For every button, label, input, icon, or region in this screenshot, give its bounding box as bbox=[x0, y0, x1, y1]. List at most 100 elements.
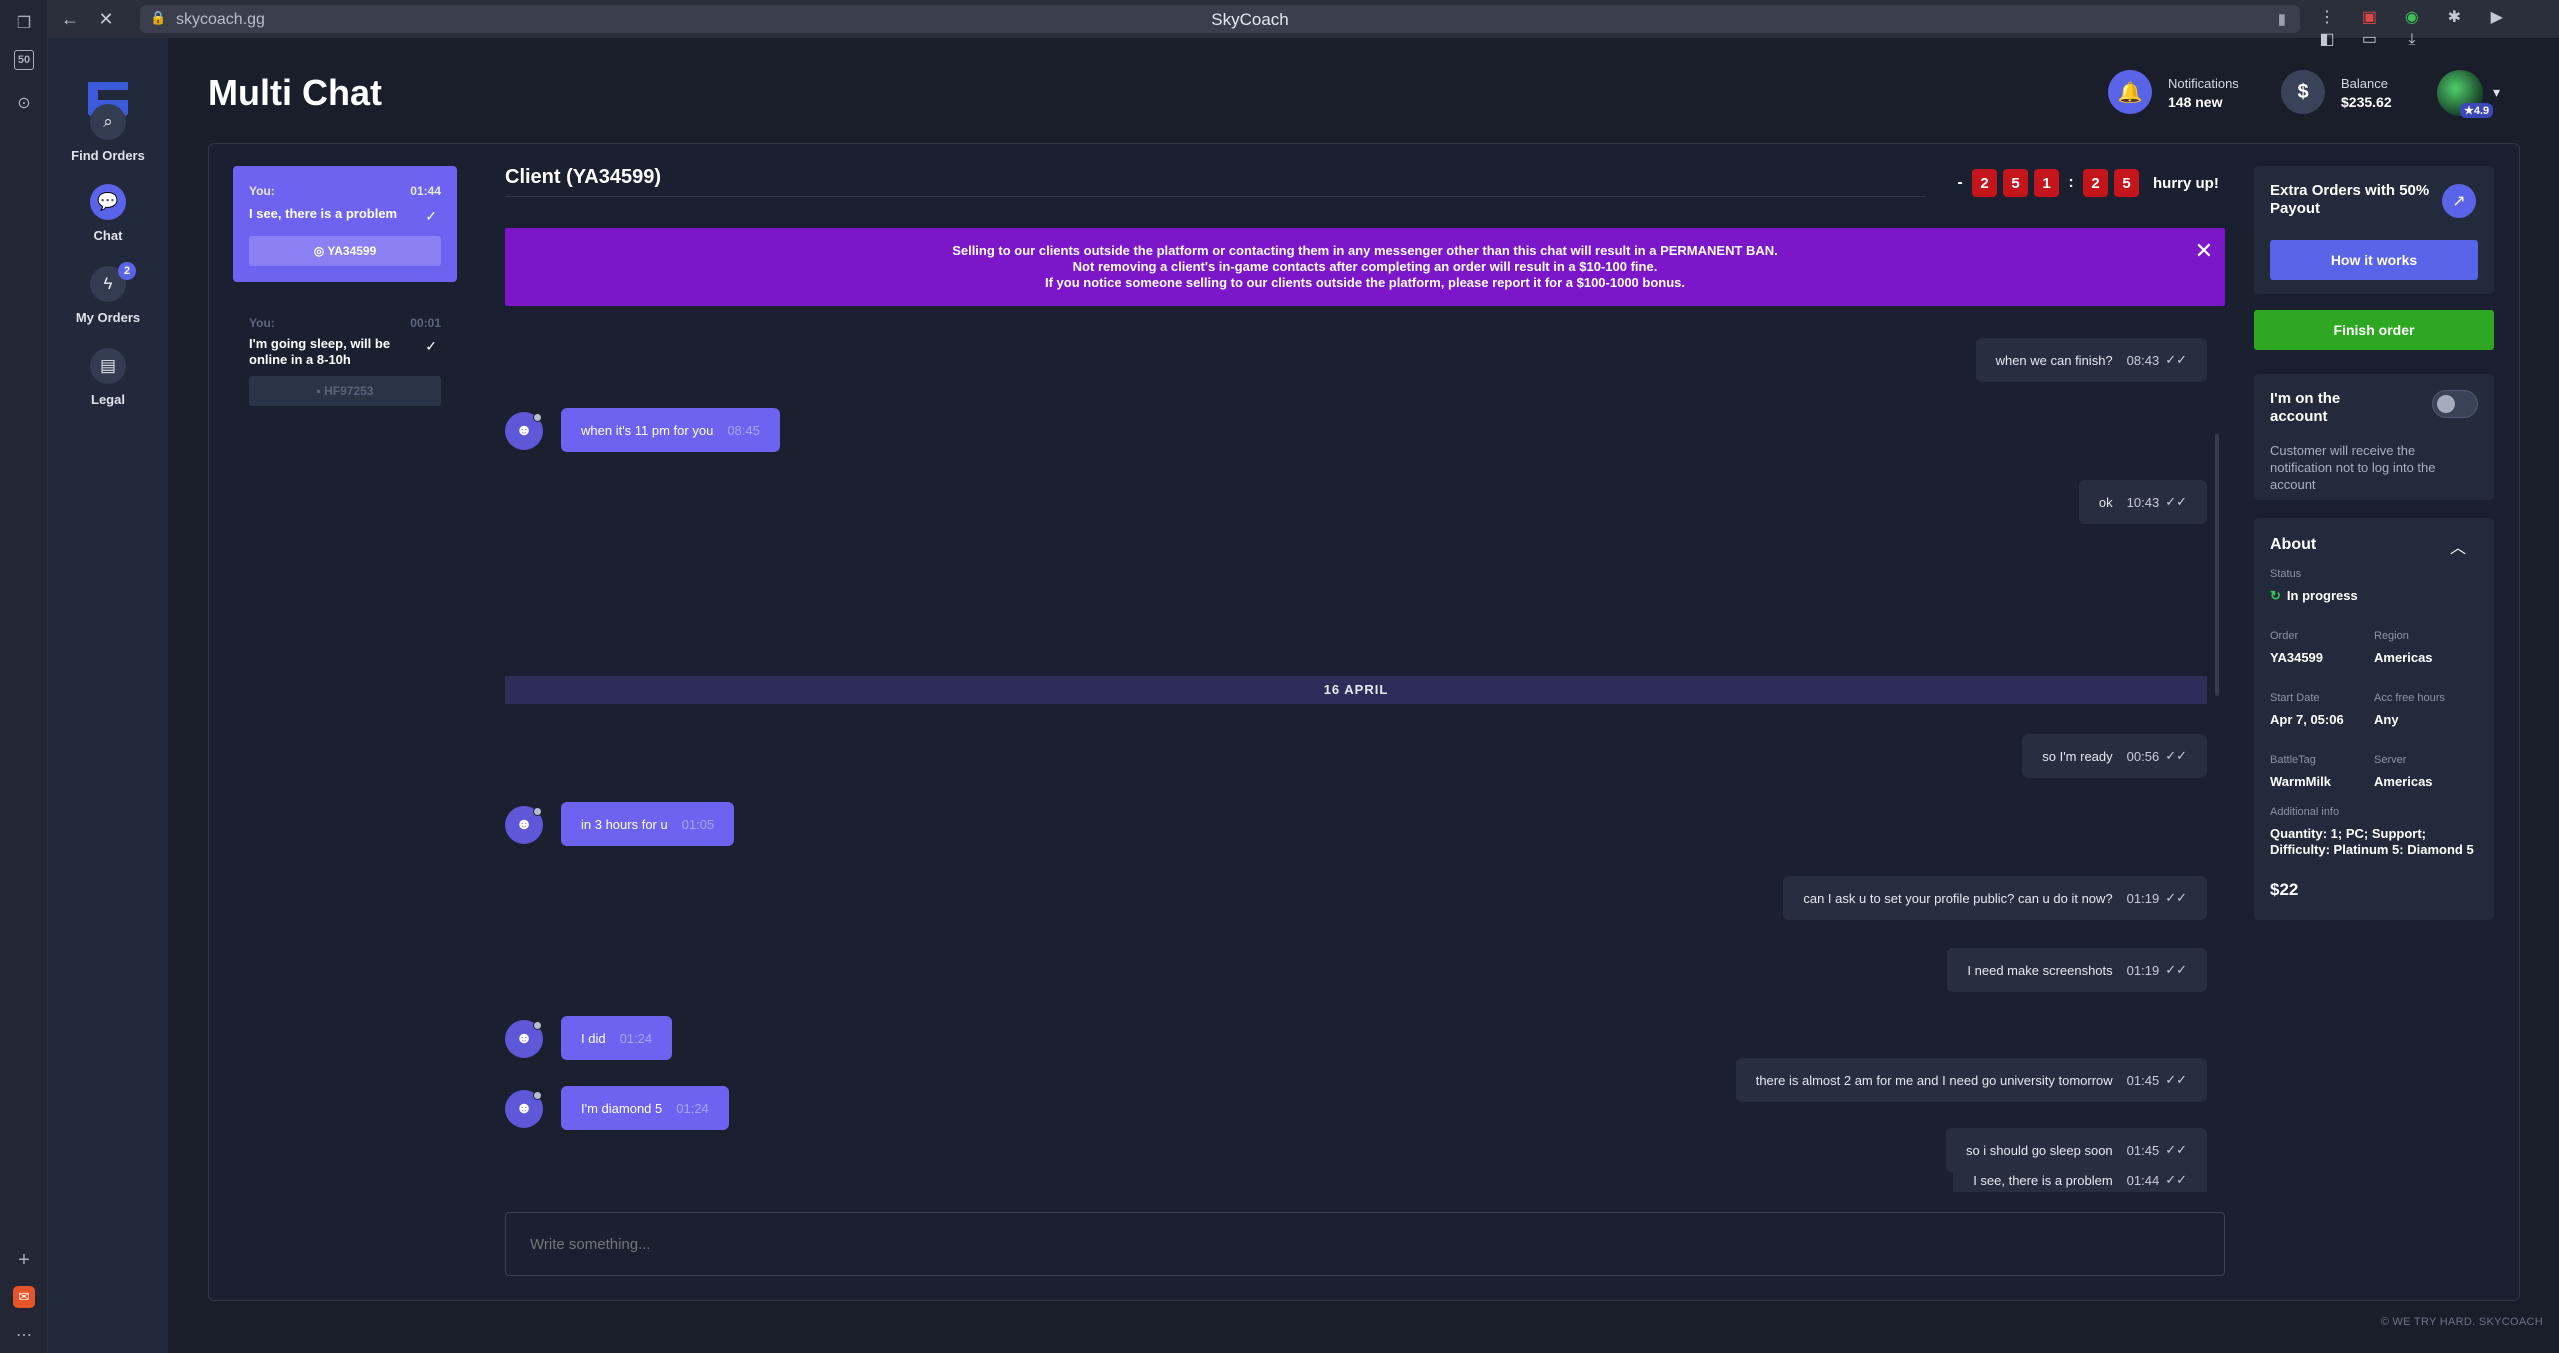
message-text: ok bbox=[2098, 494, 2113, 510]
conversation-time: 00:01 bbox=[410, 316, 441, 330]
warning-line: Not removing a client's in-game contacts… bbox=[1072, 259, 1658, 274]
about-title: About bbox=[2270, 536, 2317, 553]
gamepad-icon: ◎ bbox=[313, 244, 328, 258]
message-incoming: ☻ I did 01:24 bbox=[505, 1016, 2207, 1060]
page-title: Multi Chat bbox=[208, 72, 382, 113]
nav-find-orders[interactable]: ⌕ Find Orders bbox=[48, 104, 168, 163]
message-input[interactable] bbox=[505, 1212, 2225, 1276]
speed-dial-badge[interactable]: 50 bbox=[14, 50, 34, 70]
close-icon[interactable]: ✕ bbox=[2195, 238, 2213, 264]
timer-digit: 2 bbox=[1972, 169, 1997, 197]
double-check-icon: ✓✓ bbox=[2165, 494, 2187, 509]
conversation-time: 01:44 bbox=[410, 184, 441, 198]
nav-chat[interactable]: 💬 Chat bbox=[48, 184, 168, 243]
double-check-icon: ✓✓ bbox=[2165, 962, 2187, 977]
field-value: WarmMilk bbox=[2270, 774, 2331, 789]
on-account-card: I'm on the account Customer will receive… bbox=[2254, 374, 2494, 500]
nav-my-orders[interactable]: ϟ 2 My Orders bbox=[48, 262, 168, 325]
more-icon[interactable]: ⋯ bbox=[12, 1324, 36, 1348]
puzzle-icon[interactable]: ✱ bbox=[2443, 7, 2465, 29]
on-account-title: I'm on the account bbox=[2270, 390, 2341, 425]
nav-legal[interactable]: ▤ Legal bbox=[48, 348, 168, 407]
order-chip[interactable]: ▪ HF97253 bbox=[249, 376, 441, 406]
message-text: so i should go sleep soon bbox=[1965, 1142, 2113, 1158]
chat-title: Client (YA34599) bbox=[505, 166, 661, 188]
menu-dots-icon[interactable]: ⋮ bbox=[2316, 7, 2338, 29]
back-icon[interactable]: ← bbox=[58, 7, 82, 31]
field-value: Americas bbox=[2374, 650, 2433, 665]
camera-icon[interactable]: ⊙ bbox=[12, 92, 36, 116]
timer-label: hurry up! bbox=[2153, 174, 2219, 192]
how-it-works-button[interactable]: How it works bbox=[2270, 240, 2478, 280]
download-icon[interactable]: ⤓ bbox=[2401, 29, 2423, 51]
double-check-icon: ✓✓ bbox=[2165, 1142, 2187, 1157]
additional-info-field: Additional info Quantity: 1; PC; Support… bbox=[2270, 806, 2480, 858]
message-time: 01:19 bbox=[2126, 962, 2160, 978]
status-value: In progress bbox=[2286, 588, 2358, 603]
timer-digit: 2 bbox=[2083, 169, 2108, 197]
message-text: when we can finish? bbox=[1995, 352, 2113, 368]
date-separator: 16 APRIL bbox=[505, 676, 2207, 704]
deadline-timer: - 2 5 1 : 2 5 hurry up! bbox=[1954, 168, 2219, 198]
search-icon: ⌕ bbox=[90, 104, 126, 140]
timer-digit: 5 bbox=[2114, 169, 2139, 197]
extra-orders-title: Extra Orders with 50% Payout bbox=[2270, 182, 2430, 217]
warning-banner: Selling to our clients outside the platf… bbox=[505, 228, 2225, 306]
trending-up-icon[interactable]: ↗ bbox=[2442, 184, 2476, 218]
chevron-up-icon[interactable]: ︿ bbox=[2450, 534, 2466, 558]
extensions-bar: ⋮ ▣ ◉ ✱ ▶ ◧ ▭ ⤓ bbox=[2316, 7, 2559, 51]
window-icon[interactable]: ▭ bbox=[2358, 29, 2380, 51]
message-text: can I ask u to set your profile public? … bbox=[1803, 890, 2113, 906]
message-time: 08:43 bbox=[2126, 352, 2160, 368]
message-text: when it's 11 pm for you bbox=[581, 422, 714, 438]
field-value: Any bbox=[2374, 712, 2399, 727]
field-label: Status bbox=[2270, 568, 2302, 580]
my-orders-badge: 2 bbox=[118, 262, 136, 280]
tabs-icon[interactable]: ❐ bbox=[12, 12, 36, 36]
field-value: Apr 7, 05:06 bbox=[2270, 712, 2344, 727]
conversation-item[interactable]: You: 00:01 I'm going sleep, will be onli… bbox=[233, 308, 457, 408]
message-own: so I'm ready 00:56 ✓✓ bbox=[505, 734, 2207, 778]
nav-find-orders-label: Find Orders bbox=[71, 148, 145, 163]
balance-label: Balance bbox=[2341, 76, 2388, 91]
rating-badge: ★4.9 bbox=[2460, 103, 2494, 118]
message-own: there is almost 2 am for me and I need g… bbox=[505, 1058, 2207, 1102]
message-text: so I'm ready bbox=[2042, 748, 2113, 764]
finish-order-button[interactable]: Finish order bbox=[2254, 310, 2494, 350]
bookmark-icon[interactable]: ▮ bbox=[2278, 10, 2286, 28]
stop-icon[interactable]: ✕ bbox=[94, 7, 118, 31]
message-incoming: ☻ when it's 11 pm for you 08:45 bbox=[505, 408, 2207, 452]
timer-digit: 1 bbox=[2034, 169, 2059, 197]
conversation-preview: I see, there is a problem bbox=[249, 206, 398, 221]
message-text: I did bbox=[581, 1030, 606, 1046]
order-chip[interactable]: ◎ YA34599 bbox=[249, 236, 441, 266]
extension-green-icon[interactable]: ◉ bbox=[2401, 7, 2423, 29]
message-time: 01:45 bbox=[2126, 1142, 2160, 1158]
field-value: Americas bbox=[2374, 774, 2433, 789]
sidebar-toggle-icon[interactable]: ◧ bbox=[2316, 29, 2338, 51]
on-account-toggle[interactable] bbox=[2432, 390, 2478, 418]
browser-page-title: SkyCoach bbox=[1211, 10, 1289, 29]
message-incoming: ☻ in 3 hours for u 01:05 bbox=[505, 802, 2207, 846]
multi-chat-panel: You: 01:44 I see, there is a problem ✓ ◎… bbox=[208, 143, 2520, 1301]
mail-icon[interactable]: ✉ bbox=[13, 1286, 35, 1308]
chevron-down-icon[interactable]: ▾ bbox=[2493, 84, 2500, 101]
message-time: 08:45 bbox=[727, 422, 760, 438]
extension-red-icon[interactable]: ▣ bbox=[2358, 7, 2380, 29]
conversation-item-active[interactable]: You: 01:44 I see, there is a problem ✓ ◎… bbox=[233, 166, 457, 282]
browser-toolbar: ← ✕ 🔒 skycoach.gg SkyCoach ▮ ⋮ ▣ ◉ ✱ ▶ ◧… bbox=[48, 0, 2559, 48]
add-icon[interactable]: + bbox=[12, 1248, 36, 1272]
message-own: so i should go sleep soon 01:45 ✓✓ bbox=[505, 1128, 2207, 1172]
copyright: © WE TRY HARD. SKYCOACH bbox=[2380, 1316, 2543, 1328]
extra-orders-card: Extra Orders with 50% Payout ↗ How it wo… bbox=[2254, 166, 2494, 294]
order-chip-label: HF97253 bbox=[324, 384, 374, 398]
server-field: Server Americas bbox=[2374, 754, 2433, 790]
address-bar[interactable]: 🔒 skycoach.gg SkyCoach ▮ bbox=[140, 5, 2300, 33]
refresh-icon: ↻ bbox=[2270, 588, 2281, 603]
warning-line: If you notice someone selling to our cli… bbox=[1044, 275, 1686, 290]
balance-value: $235.62 bbox=[2341, 94, 2392, 110]
chat-scrollbar[interactable] bbox=[2215, 434, 2219, 696]
dollar-icon: $ bbox=[2281, 70, 2325, 114]
play-icon[interactable]: ▶ bbox=[2486, 7, 2508, 29]
client-avatar-icon: ☻ bbox=[505, 1020, 543, 1058]
